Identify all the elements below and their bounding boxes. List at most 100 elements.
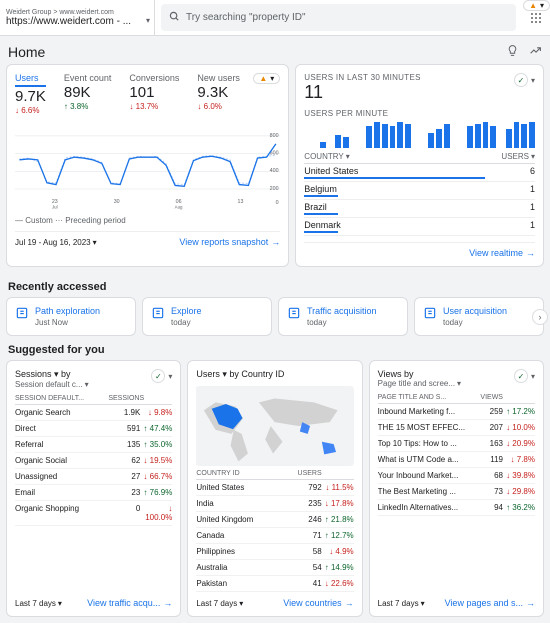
check-icon: ✓: [514, 369, 528, 383]
view-reports-link[interactable]: View reports snapshot →: [179, 237, 280, 247]
col-header: PAGE TITLE AND S...: [378, 394, 471, 401]
svg-text:800: 800: [270, 133, 279, 139]
page-title: Home: [8, 44, 45, 60]
date-range-selector[interactable]: Last 7 days ▾: [15, 599, 62, 608]
svg-text:200: 200: [270, 186, 279, 192]
report-icon: [151, 306, 165, 320]
table-row[interactable]: Unassigned27↓ 66.7%: [15, 469, 172, 485]
chevron-down-icon[interactable]: ▾: [168, 372, 172, 381]
table-row[interactable]: Inbound Marketing f...259↑ 17.2%: [378, 404, 535, 420]
search-icon: [169, 11, 180, 25]
date-range-selector[interactable]: Last 7 days ▾: [378, 599, 425, 608]
table-row[interactable]: Pakistan41↓ 22.6%: [196, 576, 353, 592]
col-header: VIEWS: [471, 394, 503, 401]
recent-card[interactable]: Exploretoday: [142, 297, 272, 336]
table-row[interactable]: Email23↑ 76.9%: [15, 485, 172, 501]
table-row[interactable]: India235↓ 17.8%: [196, 496, 353, 512]
table-row[interactable]: What is UTM Code a...119↓ 7.8%: [378, 452, 535, 468]
warning-badge[interactable]: ▲▾: [523, 0, 550, 11]
table-row[interactable]: Top 10 Tips: How to ...163↓ 20.9%: [378, 436, 535, 452]
breadcrumb: Weidert Group > www.weidert.com: [6, 9, 148, 16]
table-row[interactable]: Belgium1: [304, 182, 535, 200]
users-metric-selector[interactable]: Users ▾ by Country ID: [196, 369, 284, 380]
check-icon: ✓: [514, 73, 528, 87]
users-col[interactable]: USERS ▾: [501, 152, 535, 161]
col-header: SESSIONS: [108, 395, 140, 402]
chevron-down-icon: ▾: [146, 16, 150, 25]
svg-text:Jul: Jul: [52, 204, 58, 209]
sessions-dim-selector[interactable]: Session default c... ▾: [15, 380, 89, 389]
suggested-title: Suggested for you: [0, 336, 550, 360]
recently-accessed-title: Recently accessed: [0, 273, 550, 297]
top-bar: Weidert Group > www.weidert.com https://…: [0, 0, 550, 36]
table-row[interactable]: United Kingdom246↑ 21.8%: [196, 512, 353, 528]
report-icon: [423, 306, 437, 320]
views-card: Views by Page title and scree... ▾ ✓▾ PA…: [369, 360, 544, 617]
lightbulb-icon[interactable]: [506, 44, 519, 60]
world-map: [196, 386, 353, 466]
property-selector[interactable]: Weidert Group > www.weidert.com https://…: [0, 0, 155, 35]
report-icon: [15, 306, 29, 320]
date-range-selector[interactable]: Last 7 days ▾: [196, 599, 243, 608]
table-row[interactable]: Direct591↑ 47.4%: [15, 421, 172, 437]
table-row[interactable]: Brazil1: [304, 200, 535, 218]
users-per-minute-bars: [304, 122, 535, 148]
metric-event-count[interactable]: Event count89K↑ 3.8%: [64, 73, 112, 115]
table-row[interactable]: Canada71↑ 12.7%: [196, 528, 353, 544]
svg-text:Aug: Aug: [175, 204, 183, 209]
recent-card[interactable]: Path explorationJust Now: [6, 297, 136, 336]
table-row[interactable]: Organic Social62↓ 19.5%: [15, 453, 172, 469]
trend-icon[interactable]: [529, 44, 542, 60]
chart-legend: — Custom ··· Preceding period: [15, 216, 280, 225]
realtime-value: 11: [304, 82, 420, 103]
chevron-down-icon[interactable]: ▾: [531, 76, 535, 85]
scroll-right-button[interactable]: ›: [532, 309, 548, 325]
chevron-down-icon[interactable]: ▾: [531, 372, 535, 381]
recent-card[interactable]: User acquisitiontoday: [414, 297, 544, 336]
table-row[interactable]: United States6: [304, 164, 535, 182]
svg-text:0: 0: [276, 200, 279, 206]
svg-text:400: 400: [270, 168, 279, 174]
home-header: Home: [0, 36, 550, 64]
search-placeholder: Try searching "property ID": [186, 12, 306, 23]
search-input[interactable]: Try searching "property ID": [161, 4, 516, 31]
table-row[interactable]: Referral135↑ 35.0%: [15, 437, 172, 453]
address-title: https://www.weidert.com - ...: [6, 16, 148, 27]
views-title: Views by: [378, 369, 461, 379]
recent-card[interactable]: Traffic acquisitiontoday: [278, 297, 408, 336]
table-row[interactable]: Philippines58↓ 4.9%: [196, 544, 353, 560]
realtime-label: USERS IN LAST 30 MINUTES: [304, 73, 420, 82]
users-line-chart: 800 600 400 200 0 23 Jul 30 06 Aug 13: [15, 121, 280, 211]
overview-card: Users9.7K↓ 6.6% Event count89K↑ 3.8% Conve…: [6, 64, 289, 267]
svg-text:30: 30: [114, 199, 120, 205]
realtime-card: USERS IN LAST 30 MINUTES 11 ✓ ▾ USERS PE…: [295, 64, 544, 267]
col-header: USERS: [290, 470, 322, 477]
view-traffic-link[interactable]: View traffic acqu... →: [87, 598, 172, 608]
table-row[interactable]: Organic Shopping0↓ 100.0%: [15, 501, 172, 526]
upm-label: USERS PER MINUTE: [304, 109, 535, 118]
view-countries-link[interactable]: View countries →: [283, 598, 353, 608]
metric-conversions[interactable]: Conversions101↓ 13.7%: [129, 73, 179, 115]
col-header: COUNTRY ID: [196, 470, 289, 477]
view-realtime-link[interactable]: View realtime →: [469, 248, 535, 258]
col-header: SESSION DEFAULT...: [15, 395, 108, 402]
views-dim-selector[interactable]: Page title and scree... ▾: [378, 379, 461, 388]
table-row[interactable]: THE 15 MOST EFFEC...207↓ 10.0%: [378, 420, 535, 436]
country-col[interactable]: COUNTRY ▾: [304, 152, 349, 161]
table-row[interactable]: LinkedIn Alternatives...94↑ 36.2%: [378, 500, 535, 516]
sessions-metric-selector[interactable]: Sessions ▾ by: [15, 369, 89, 380]
date-range-selector[interactable]: Jul 19 - Aug 16, 2023 ▾: [15, 238, 97, 247]
metric-new-users[interactable]: New users9.3K↓ 6.0%: [197, 73, 240, 115]
table-row[interactable]: Organic Search1.9K↓ 9.8%: [15, 405, 172, 421]
check-icon: ✓: [151, 369, 165, 383]
table-row[interactable]: Australia54↑ 14.9%: [196, 560, 353, 576]
view-pages-link[interactable]: View pages and s... →: [445, 598, 535, 608]
table-row[interactable]: United States792↓ 11.5%: [196, 480, 353, 496]
table-row[interactable]: Denmark1: [304, 218, 535, 236]
table-row[interactable]: The Best Marketing ...73↓ 29.8%: [378, 484, 535, 500]
warning-badge[interactable]: ▲▾: [253, 73, 280, 84]
table-row[interactable]: Your Inbound Market...68↓ 39.8%: [378, 468, 535, 484]
svg-text:13: 13: [238, 199, 244, 205]
sessions-card: Sessions ▾ by Session default c... ▾ ✓▾ …: [6, 360, 181, 617]
metric-users[interactable]: Users9.7K↓ 6.6%: [15, 73, 46, 115]
